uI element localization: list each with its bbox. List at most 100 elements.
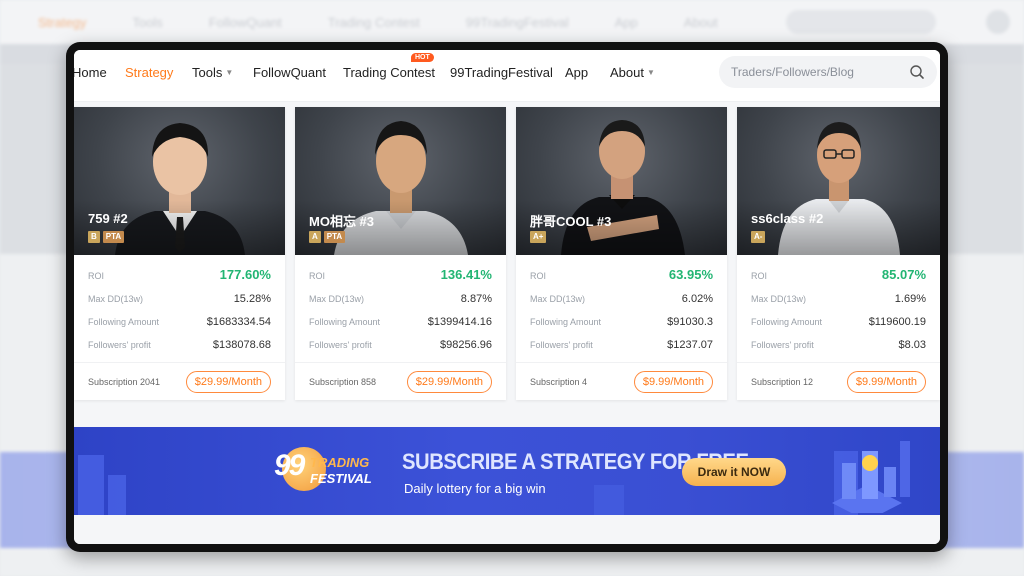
following-amount-label: Following Amount — [530, 317, 602, 327]
trader-badges: A PTA — [309, 231, 346, 243]
pta-badge: PTA — [102, 231, 125, 243]
followers-profit-label: Followers' profit — [88, 340, 151, 350]
trader-photo: ss6class #2 A- — [737, 107, 940, 255]
trader-card[interactable]: 759 #2 B PTA ROI 177.60% Max DD(13w) 15.28… — [74, 107, 285, 400]
trader-card[interactable]: 胖哥COOL #3 A+ ROI 63.95% Max DD(13w) 6.02% … — [516, 107, 727, 400]
followers-profit-row: Followers' profit $1237.07 — [530, 339, 713, 362]
max-dd-row: Max DD(13w) 15.28% — [88, 293, 271, 316]
max-dd-label: Max DD(13w) — [530, 294, 586, 304]
max-dd-row: Max DD(13w) 6.02% — [530, 293, 713, 316]
nav-tools-label: Tools — [192, 65, 223, 80]
roi-label: ROI — [309, 271, 326, 281]
followers-profit-row: Followers' profit $8.03 — [751, 339, 926, 362]
roi-row: ROI 136.41% — [309, 267, 492, 293]
max-dd-label: Max DD(13w) — [309, 294, 365, 304]
nav-about-label: About — [610, 65, 644, 80]
screen: Home Strategy Tools ▼ FollowQuant Trading… — [74, 50, 940, 544]
bg-nav-item: Strategy — [38, 14, 87, 30]
building-decoration — [78, 455, 104, 515]
building-decoration — [594, 485, 624, 515]
following-amount-row: Following Amount $91030.3 — [530, 316, 713, 339]
roi-value: 177.60% — [219, 267, 271, 282]
roi-value: 136.41% — [440, 267, 492, 282]
hot-badge: HOT — [411, 53, 434, 62]
subscribe-price-button[interactable]: $9.99/Month — [846, 370, 926, 393]
logo-99: 99 — [274, 449, 305, 482]
roi-label: ROI — [751, 271, 768, 281]
nav-about[interactable]: About ▼ — [610, 65, 655, 80]
subscription-count: Subscription 2041 — [88, 376, 161, 387]
following-amount-value: $119600.19 — [868, 316, 926, 328]
building-decoration — [108, 475, 126, 515]
trader-name[interactable]: 759 #2 — [88, 211, 128, 226]
followers-profit-value: $138078.68 — [212, 339, 271, 351]
nav-99tradingfestival[interactable]: 99TradingFestival — [450, 65, 553, 80]
trader-photo: 胖哥COOL #3 A+ — [516, 107, 727, 255]
followers-profit-label: Followers' profit — [530, 340, 593, 350]
search-icon[interactable] — [909, 64, 925, 80]
grade-badge: A — [309, 231, 321, 243]
nav-tools[interactable]: Tools ▼ — [192, 65, 233, 80]
trader-stats: ROI 85.07% Max DD(13w) 1.69% Following Amo… — [737, 255, 940, 362]
subscribe-price-button[interactable]: $29.99/Month — [185, 370, 271, 393]
isometric-city-illustration — [832, 441, 910, 513]
trader-photo: MO相忘 #3 A PTA — [295, 107, 506, 255]
trader-card[interactable]: ss6class #2 A- ROI 85.07% Max DD(13w) 1.69… — [737, 107, 940, 400]
following-amount-value: $1683334.54 — [206, 316, 271, 328]
max-dd-row: Max DD(13w) 8.87% — [309, 293, 492, 316]
subscription-row: Subscription 2041 $29.99/Month — [74, 362, 285, 400]
bg-nav-item: FollowQuant — [208, 14, 282, 30]
logo-text-festival: FESTIVAL — [310, 471, 372, 486]
grade-badge: B — [88, 231, 100, 243]
photo-shade — [74, 200, 285, 255]
following-amount-label: Following Amount — [309, 317, 381, 327]
trader-card[interactable]: MO相忘 #3 A PTA ROI 136.41% Max DD(13w) 8.87… — [295, 107, 506, 400]
following-amount-row: Following Amount $119600.19 — [751, 316, 926, 339]
search-input[interactable] — [731, 65, 909, 79]
draw-it-now-button[interactable]: Draw it NOW — [682, 458, 786, 486]
trader-stats: ROI 63.95% Max DD(13w) 6.02% Following Amo… — [516, 255, 727, 362]
chevron-down-icon: ▼ — [225, 68, 234, 77]
grade-badge: A- — [751, 231, 766, 243]
trader-stats: ROI 177.60% Max DD(13w) 15.28% Following A… — [74, 255, 285, 362]
roi-value: 85.07% — [881, 267, 926, 282]
trader-badges: A+ — [530, 231, 547, 243]
photo-shade — [737, 200, 940, 255]
subscription-count: Subscription 858 — [309, 376, 377, 387]
nav-followquant[interactable]: FollowQuant — [253, 65, 326, 80]
chevron-down-icon: ▼ — [646, 68, 655, 77]
pta-badge: PTA — [323, 231, 346, 243]
trader-name[interactable]: 胖哥COOL #3 — [530, 211, 611, 230]
banner-subtitle: Daily lottery for a big win — [404, 481, 546, 496]
subscription-row: Subscription 12 $9.99/Month — [737, 362, 940, 400]
trader-name[interactable]: ss6class #2 — [751, 211, 823, 226]
device-frame: Home Strategy Tools ▼ FollowQuant Trading… — [66, 42, 948, 552]
nav-trading-contest[interactable]: Trading Contest — [343, 65, 435, 80]
trading-festival-logo: 99 TRADING FESTIVAL — [274, 447, 382, 497]
trader-photo: 759 #2 B PTA — [74, 107, 285, 255]
max-dd-value: 8.87% — [460, 293, 492, 305]
bg-search — [786, 10, 936, 34]
subscription-count: Subscription 12 — [751, 376, 814, 387]
trader-name[interactable]: MO相忘 #3 — [309, 211, 374, 230]
subscribe-price-button[interactable]: $9.99/Month — [633, 370, 713, 393]
roi-value: 63.95% — [668, 267, 713, 282]
search-bar — [719, 56, 937, 88]
nav-app[interactable]: App — [565, 65, 588, 80]
subscribe-price-button[interactable]: $29.99/Month — [406, 370, 492, 393]
roi-row: ROI 63.95% — [530, 267, 713, 293]
bg-nav-item: App — [614, 14, 638, 30]
roi-row: ROI 85.07% — [751, 267, 926, 293]
subscription-count: Subscription 4 — [530, 376, 588, 387]
bg-nav-item: Tools — [132, 14, 163, 30]
promo-banner[interactable]: 99 TRADING FESTIVAL SUBSCRIBE A STRATEGY… — [74, 427, 940, 515]
bg-nav-item: 99TradingFestival — [465, 14, 569, 30]
max-dd-label: Max DD(13w) — [751, 294, 807, 304]
max-dd-row: Max DD(13w) 1.69% — [751, 293, 926, 316]
nav-home[interactable]: Home — [74, 65, 107, 80]
nav-strategy[interactable]: Strategy — [125, 65, 173, 80]
followers-profit-label: Followers' profit — [751, 340, 814, 350]
following-amount-row: Following Amount $1399414.16 — [309, 316, 492, 339]
following-amount-label: Following Amount — [88, 317, 160, 327]
following-amount-row: Following Amount $1683334.54 — [88, 316, 271, 339]
